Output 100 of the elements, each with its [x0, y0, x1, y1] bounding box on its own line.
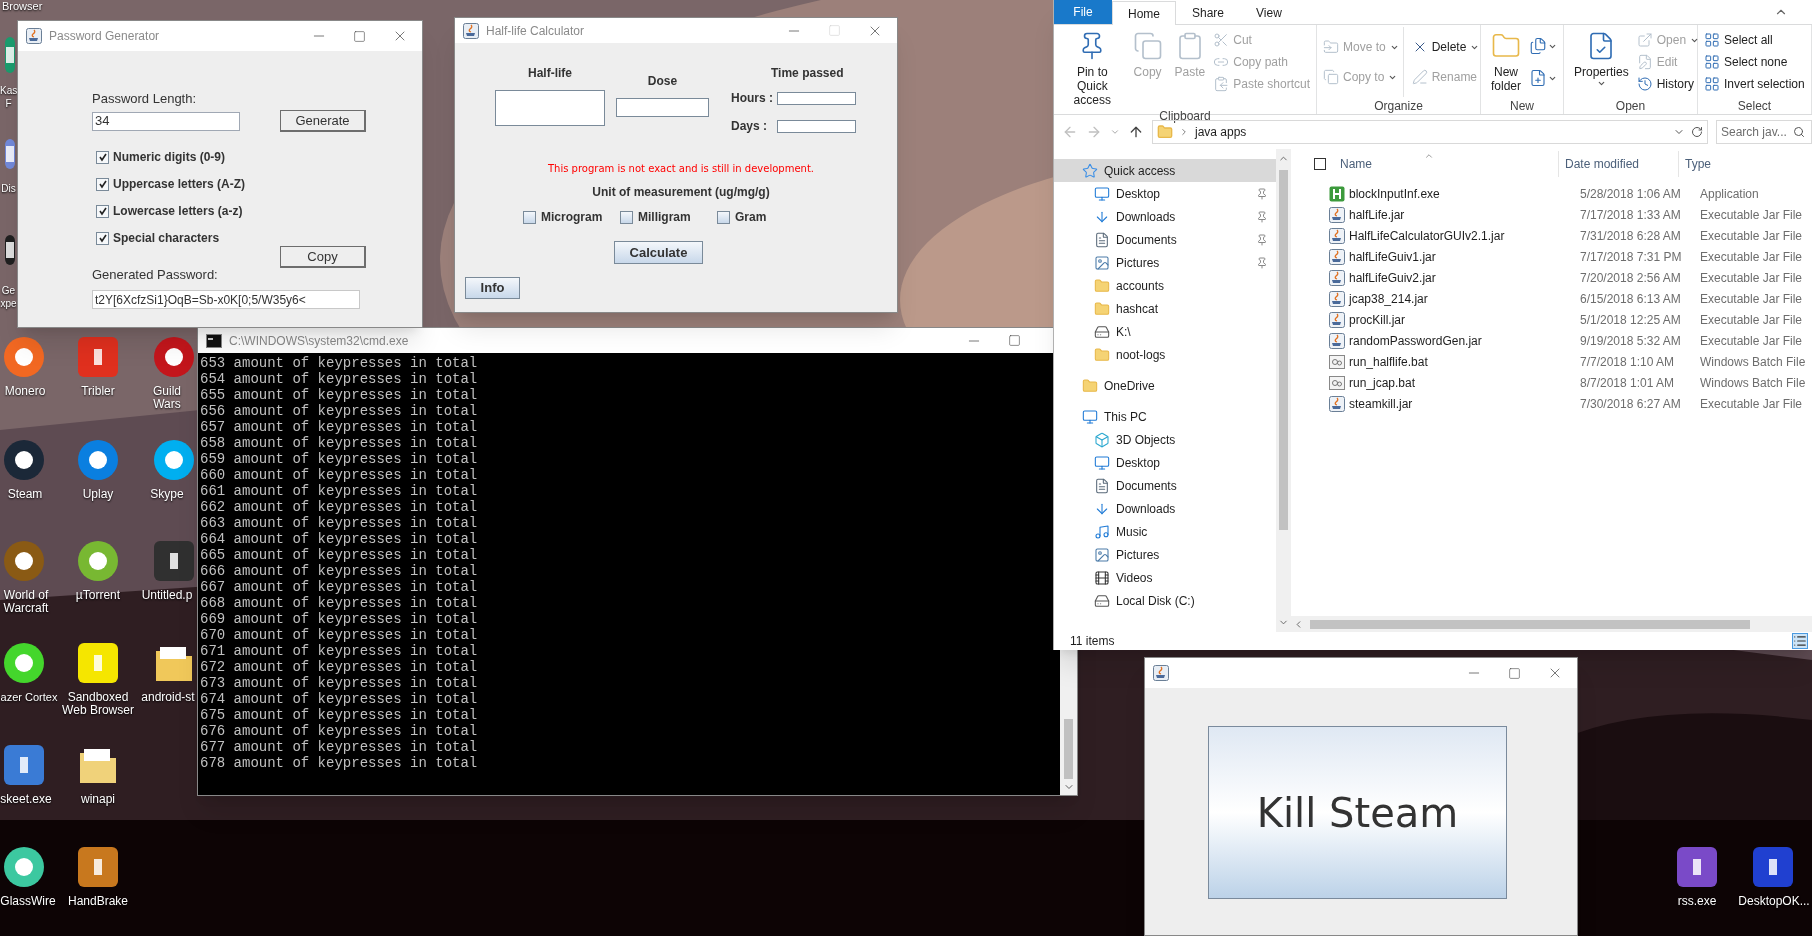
file-name[interactable]: run_jcap.bat — [1349, 373, 1569, 392]
generate-button[interactable]: Generate — [280, 110, 366, 132]
file-name[interactable]: procKill.jar — [1349, 310, 1569, 329]
app-icon[interactable] — [1751, 845, 1795, 889]
info-button[interactable]: Info — [465, 277, 520, 299]
scrollbar[interactable] — [1060, 655, 1077, 795]
refresh-icon[interactable] — [1691, 126, 1703, 138]
file-name[interactable]: halfLifeGuiv1.jar — [1349, 247, 1569, 266]
desktop-icon-label[interactable]: World of Warcraft — [0, 589, 52, 615]
maximize-icon[interactable] — [353, 29, 366, 43]
desktop-icon-label[interactable]: Monero — [0, 385, 50, 398]
nav-item[interactable]: hashcat — [1054, 297, 1276, 320]
file-name[interactable]: HalfLifeCalculatorGUIv2.1.jar — [1349, 226, 1569, 245]
checkbox[interactable] — [96, 177, 109, 191]
file-name[interactable]: steamkill.jar — [1349, 394, 1569, 413]
scroll-thumb[interactable] — [1064, 719, 1073, 779]
app-icon[interactable] — [2, 539, 46, 583]
search-field[interactable]: Search jav... — [1716, 120, 1812, 144]
desktop-icon-label[interactable]: Kas F — [0, 84, 17, 110]
desktop-icon-label[interactable]: Ge xpe — [0, 284, 17, 310]
days-field[interactable] — [777, 119, 856, 133]
nav-item[interactable]: K:\ — [1054, 320, 1276, 343]
desktop-icon-label[interactable]: Sandboxed Web Browser — [62, 691, 134, 717]
app-icon[interactable] — [1675, 845, 1719, 889]
option-label[interactable]: Special characters — [113, 229, 220, 247]
app-icon[interactable] — [2, 743, 46, 787]
ribbon-button[interactable]: Invert selection — [1704, 73, 1805, 95]
desktop-icon-label[interactable]: android-st — [140, 691, 196, 704]
file-name[interactable]: blockInputInf.exe — [1349, 184, 1569, 203]
calculate-button[interactable]: Calculate — [614, 241, 703, 264]
password-field[interactable]: t2Y[6XcfzSi1}OqB=Sb-x0K[0;5/W35y6< — [92, 290, 360, 309]
scrollbar[interactable] — [1276, 149, 1291, 632]
app-icon[interactable] — [76, 641, 120, 685]
nav-item[interactable]: Pictures — [1054, 251, 1276, 274]
nav-item[interactable]: noot-logs — [1054, 343, 1276, 366]
option-label[interactable]: Gram — [735, 208, 767, 226]
app-icon[interactable] — [152, 539, 196, 583]
option-label[interactable]: Uppercase letters (A-Z) — [113, 175, 246, 193]
copy-button[interactable]: Copy — [280, 246, 366, 268]
nav-item[interactable]: Quick access — [1054, 159, 1276, 182]
app-icon[interactable] — [2, 438, 46, 482]
desktop-icon-label[interactable]: rss.exe — [1662, 895, 1732, 908]
desktop-icon-label[interactable]: Untitled.p — [138, 589, 196, 602]
app-icon[interactable] — [152, 438, 196, 482]
desktop-icon-label[interactable]: DesktopOK... — [1736, 895, 1812, 908]
ribbon-tab[interactable]: Share — [1176, 1, 1241, 25]
checkbox[interactable] — [620, 210, 633, 224]
app-icon[interactable] — [76, 438, 120, 482]
nav-item[interactable]: Downloads — [1054, 205, 1276, 228]
desktop-icon-label[interactable]: Browser — [2, 0, 43, 13]
up-icon[interactable] — [1128, 124, 1144, 140]
column-header[interactable]: Type — [1678, 151, 1812, 177]
ribbon-tab[interactable]: View — [1240, 1, 1298, 25]
desktop-icon-label[interactable]: winapi — [60, 793, 136, 806]
nav-item[interactable]: Documents — [1054, 474, 1276, 497]
breadcrumb-item[interactable]: java apps — [1195, 123, 1247, 141]
desktop-icon-label[interactable]: azer Cortex — [0, 691, 58, 704]
app-icon[interactable] — [2, 641, 46, 685]
length-field[interactable]: 34 — [92, 111, 240, 131]
nav-item[interactable]: This PC — [1054, 405, 1276, 428]
nav-item[interactable]: accounts — [1054, 274, 1276, 297]
nav-item[interactable]: Documents — [1054, 228, 1276, 251]
maximize-icon[interactable] — [1008, 334, 1021, 347]
nav-item[interactable]: 3D Objects — [1054, 428, 1276, 451]
desktop-icon-label[interactable]: Guild Wars — [138, 385, 196, 411]
desktop-icon-label[interactable]: Steam — [0, 488, 50, 501]
maximize-icon[interactable] — [1508, 666, 1521, 680]
desktop-icon-label[interactable]: HandBrake — [60, 895, 136, 908]
ribbon-button[interactable]: History — [1636, 73, 1700, 95]
ribbon-button[interactable]: Pin to Quick access — [1060, 27, 1125, 107]
option-label[interactable]: Milligram — [638, 208, 691, 226]
horizontal-scrollbar[interactable] — [1291, 616, 1812, 632]
checkbox[interactable] — [717, 210, 730, 224]
desktop-icon-label[interactable]: skeet.exe — [0, 793, 52, 806]
checkbox[interactable] — [96, 150, 109, 164]
nav-item[interactable]: Videos — [1054, 566, 1276, 589]
column-header[interactable]: Date modified — [1558, 151, 1678, 177]
app-icon[interactable] — [3, 233, 17, 267]
desktop-icon-label[interactable]: Uplay — [60, 488, 136, 501]
desktop-icon-label[interactable]: GlassWire — [0, 895, 56, 908]
file-tab[interactable]: File — [1054, 0, 1112, 24]
ribbon-tab[interactable]: Home — [1112, 1, 1176, 25]
app-icon[interactable] — [76, 845, 120, 889]
select-all-checkbox[interactable] — [1314, 158, 1326, 170]
search-icon[interactable] — [1793, 126, 1805, 138]
checkbox[interactable] — [96, 204, 109, 218]
scroll-thumb[interactable] — [1279, 170, 1288, 530]
nav-item[interactable]: Downloads — [1054, 497, 1276, 520]
nav-item[interactable]: OneDrive — [1054, 374, 1276, 397]
scroll-thumb[interactable] — [1310, 619, 1750, 629]
nav-item[interactable]: Music — [1054, 520, 1276, 543]
column-header[interactable]: Name — [1334, 151, 1558, 177]
file-name[interactable]: halfLifeGuiv2.jar — [1349, 268, 1569, 287]
app-icon[interactable] — [152, 335, 196, 379]
checkbox[interactable] — [523, 210, 536, 224]
dose-field[interactable] — [616, 98, 709, 117]
file-name[interactable]: halfLife.jar — [1349, 205, 1569, 224]
details-view-icon[interactable] — [1792, 633, 1808, 649]
ribbon-button[interactable]: New folder — [1487, 27, 1525, 93]
desktop-icon-label[interactable]: Tribler — [60, 385, 136, 398]
